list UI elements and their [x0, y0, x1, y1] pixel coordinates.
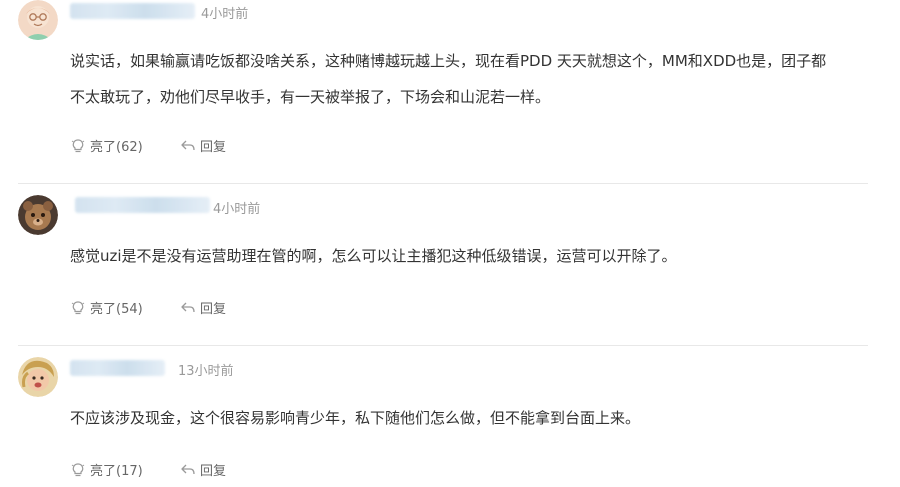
like-button[interactable]: 亮了(17) — [70, 460, 143, 479]
comment-text-line: 不太敢玩了，劝他们尽早收手，有一天被举报了，下场会和山泥若一样。 — [70, 88, 551, 106]
reply-label: 回复 — [200, 464, 227, 479]
username[interactable] — [75, 197, 210, 213]
divider — [18, 345, 868, 346]
comment-time: 4小时前 — [201, 7, 249, 22]
like-label: 亮了(17) — [90, 464, 143, 479]
lightbulb-icon — [70, 138, 86, 154]
reply-arrow-icon — [180, 138, 196, 154]
like-label: 亮了(54) — [90, 302, 143, 317]
like-button[interactable]: 亮了(54) — [70, 298, 143, 317]
divider — [18, 183, 868, 184]
comment-time: 13小时前 — [178, 364, 234, 379]
reply-arrow-icon — [180, 300, 196, 316]
username[interactable] — [70, 360, 165, 376]
reply-label: 回复 — [200, 140, 227, 155]
comment-text: 说实话，如果输赢请吃饭都没啥关系，这种赌博越玩越上头，现在看PDD 天天就想这个… — [70, 43, 870, 115]
like-button[interactable]: 亮了(62) — [70, 136, 143, 155]
like-label: 亮了(62) — [90, 140, 143, 155]
reply-arrow-icon — [180, 462, 196, 478]
comment-text-line: 说实话，如果输赢请吃饭都没啥关系，这种赌博越玩越上头，现在看PDD 天天就想这个… — [70, 52, 827, 70]
reply-label: 回复 — [200, 302, 227, 317]
avatar[interactable] — [18, 0, 58, 40]
reply-button[interactable]: 回复 — [180, 136, 226, 155]
comment-text-line: 感觉uzi是不是没有运营助理在管的啊，怎么可以让主播犯这种低级错误，运营可以开除… — [70, 247, 677, 265]
comment-text: 感觉uzi是不是没有运营助理在管的啊，怎么可以让主播犯这种低级错误，运营可以开除… — [70, 238, 870, 274]
avatar[interactable] — [18, 195, 58, 235]
username[interactable] — [70, 3, 195, 19]
comment-time: 4小时前 — [213, 202, 261, 217]
avatar[interactable] — [18, 357, 58, 397]
comment-text-line: 不应该涉及现金，这个很容易影响青少年，私下随他们怎么做，但不能拿到台面上来。 — [70, 409, 641, 427]
reply-button[interactable]: 回复 — [180, 460, 226, 479]
lightbulb-icon — [70, 300, 86, 316]
comment-text: 不应该涉及现金，这个很容易影响青少年，私下随他们怎么做，但不能拿到台面上来。 — [70, 400, 870, 436]
lightbulb-icon — [70, 462, 86, 478]
reply-button[interactable]: 回复 — [180, 298, 226, 317]
